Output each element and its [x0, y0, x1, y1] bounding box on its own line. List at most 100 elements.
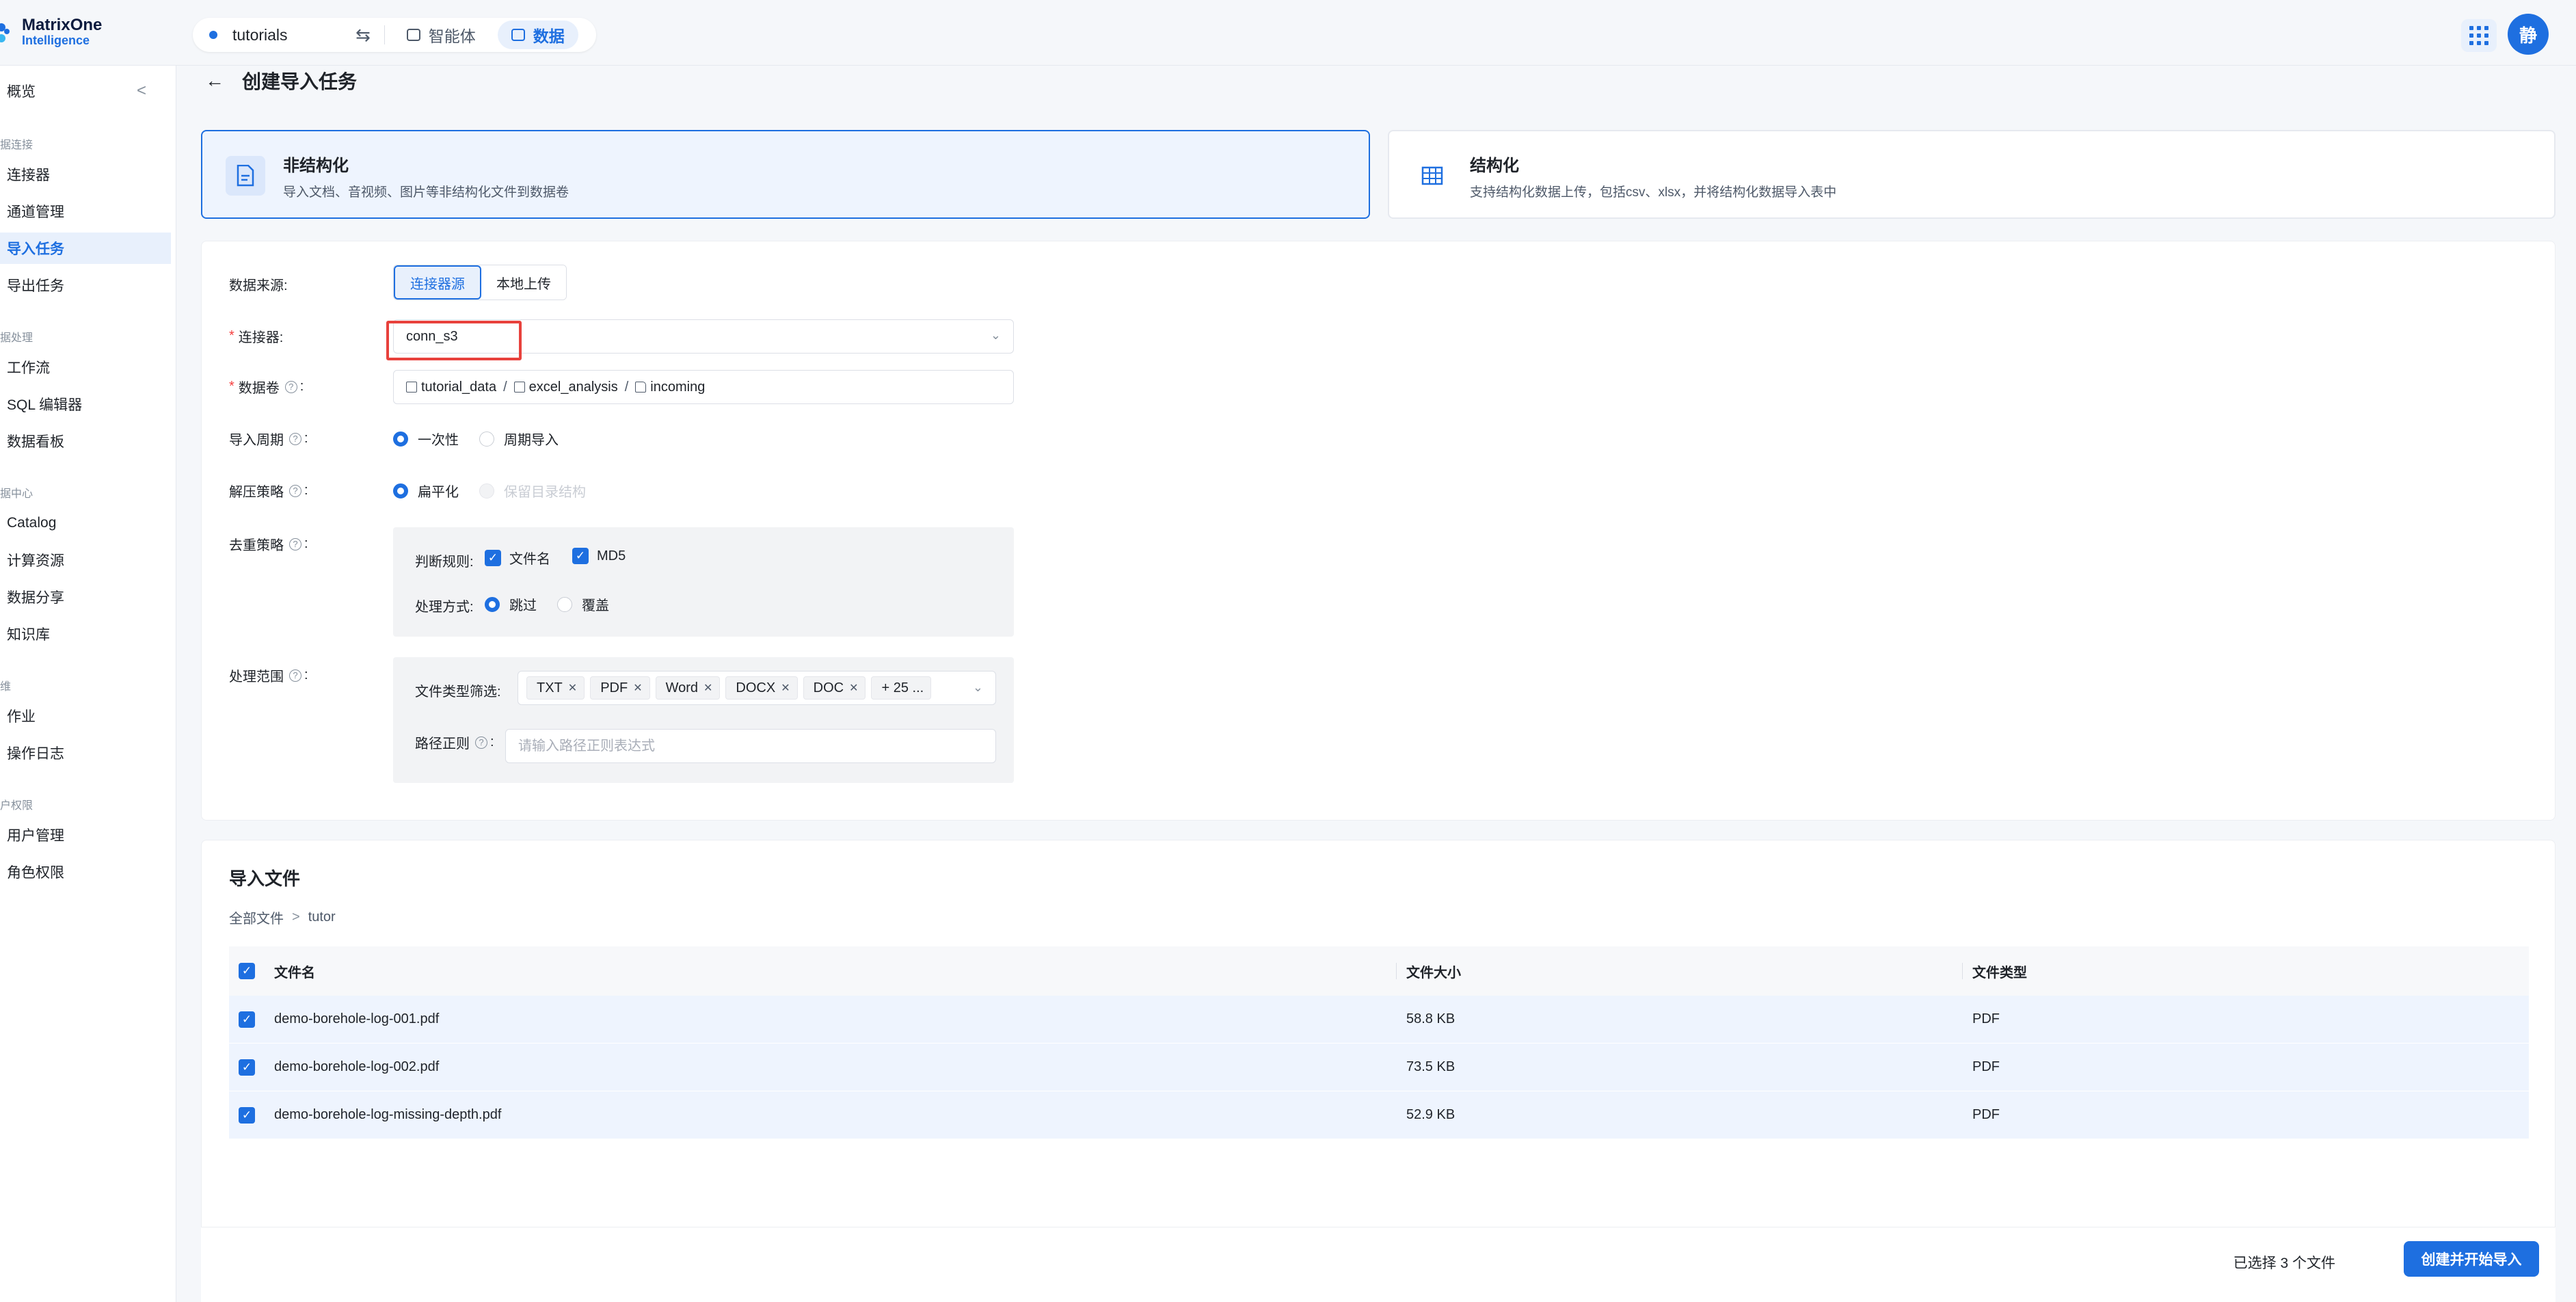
filetype-select[interactable]: TXT ✕ PDF ✕ Word ✕ DOCX ✕ DOC ✕ + 25 ... ⌄	[518, 671, 996, 705]
scope-label: 处理范围?:	[229, 665, 308, 685]
tag-label: Word	[665, 680, 699, 695]
radio-overwrite[interactable]	[557, 596, 572, 612]
breadcrumb-current[interactable]: tutor	[308, 909, 336, 925]
logo[interactable]: MatrixOne Intelligence	[0, 16, 103, 48]
source-segmented-control: 连接器源 本地上传	[393, 265, 567, 300]
row-checkbox[interactable]: ✓	[239, 1059, 255, 1076]
filetype-tag: Word ✕	[655, 676, 721, 700]
sidebar-group-title: 据中心	[0, 488, 33, 500]
sidebar-item-catalog[interactable]: Catalog	[0, 507, 171, 539]
table-row[interactable]: ✓ demo-borehole-log-001.pdf 58.8 KB PDF	[229, 996, 2529, 1044]
create-and-import-button[interactable]: 创建并开始导入	[2404, 1241, 2539, 1277]
sidebar-item-workflow[interactable]: 工作流	[0, 351, 171, 383]
tag-label: TXT	[537, 680, 563, 695]
collapse-sidebar-icon[interactable]: <	[137, 81, 146, 101]
switch-workspace-icon[interactable]: ⇆	[355, 25, 371, 46]
dedup-rule-filename[interactable]: ✓ 文件名	[485, 548, 550, 568]
sidebar-item-channels[interactable]: 通道管理	[0, 196, 171, 227]
close-icon[interactable]: ✕	[849, 681, 858, 695]
catalog-icon	[406, 382, 417, 393]
select-all-checkbox[interactable]: ✓	[239, 963, 255, 979]
sidebar-item-knowledge-base[interactable]: 知识库	[0, 618, 171, 650]
volume-picker[interactable]: tutorial_data / excel_analysis / incomin…	[393, 370, 1014, 404]
unzip-radio-group: 扁平化 保留目录结构	[393, 481, 606, 501]
sidebar-group-title: 据处理	[0, 332, 33, 344]
sidebar-item-roles[interactable]: 角色权限	[0, 856, 171, 888]
avatar[interactable]: 静	[2508, 14, 2549, 55]
sidebar-item-label: 通道管理	[7, 204, 64, 220]
row-checkbox[interactable]: ✓	[239, 1106, 255, 1124]
connector-label: * 连接器:	[229, 326, 283, 346]
checkbox-checked-icon[interactable]: ✓	[572, 548, 589, 564]
table-row[interactable]: ✓ demo-borehole-log-missing-depth.pdf 52…	[229, 1091, 2529, 1139]
volume-path-database: excel_analysis	[528, 379, 618, 395]
sidebar-item-users[interactable]: 用户管理	[0, 819, 171, 851]
help-icon[interactable]: ?	[289, 537, 301, 550]
help-icon[interactable]: ?	[289, 432, 301, 445]
type-card-title: 结构化	[1470, 157, 1519, 175]
sidebar-item-import-tasks[interactable]: 导入任务	[0, 232, 171, 264]
sidebar-item-label: 连接器	[7, 168, 50, 183]
nav-tab-label: 数据	[533, 27, 565, 45]
close-icon[interactable]: ✕	[703, 681, 712, 695]
tag-label: PDF	[600, 680, 628, 695]
close-icon[interactable]: ✕	[781, 681, 790, 695]
radio-label: 保留目录结构	[504, 485, 586, 500]
table-row[interactable]: ✓ demo-borehole-log-002.pdf 73.5 KB PDF	[229, 1044, 2529, 1091]
close-icon[interactable]: ✕	[633, 681, 642, 695]
checkbox-checked-icon[interactable]: ✓	[485, 549, 501, 566]
sidebar: 概览 < 据连接 连接器 通道管理 导入任务 导出任务 据处理 工作流 SQL …	[0, 66, 176, 1302]
nav-tab-agents[interactable]: 智能体	[393, 21, 489, 49]
radio-flatten[interactable]	[393, 483, 408, 499]
type-card-structured[interactable]: 结构化 支持结构化数据上传，包括csv、xlsx，并将结构化数据导入表中	[1388, 130, 2555, 219]
column-divider	[1396, 963, 1397, 979]
apps-grid-icon[interactable]	[2461, 19, 2497, 52]
volume-path-folder: incoming	[650, 379, 706, 395]
sidebar-item-dashboards[interactable]: 数据看板	[0, 425, 171, 457]
row-checkbox[interactable]: ✓	[239, 1011, 255, 1028]
help-icon[interactable]: ?	[284, 380, 297, 393]
type-card-unstructured[interactable]: 非结构化 导入文档、音视频、图片等非结构化文件到数据卷	[201, 130, 1370, 219]
file-size: 52.9 KB	[1406, 1107, 1455, 1122]
sidebar-item-jobs[interactable]: 作业	[0, 700, 171, 732]
help-icon[interactable]: ?	[475, 736, 487, 749]
workspace-name[interactable]: tutorials	[232, 26, 355, 44]
sidebar-item-label: 操作日志	[7, 746, 64, 762]
sidebar-item-operation-logs[interactable]: 操作日志	[0, 737, 171, 769]
radio-skip[interactable]	[485, 596, 500, 612]
logo-line1: MatrixOne	[22, 16, 103, 34]
sidebar-item-compute[interactable]: 计算资源	[0, 544, 171, 576]
sidebar-item-export-tasks[interactable]: 导出任务	[0, 269, 171, 301]
radio-once[interactable]	[393, 431, 408, 447]
logo-line2: Intelligence	[22, 34, 90, 47]
breadcrumb: 全部文件 > tutor	[229, 907, 336, 927]
chevron-down-icon: ⌄	[990, 328, 1001, 342]
dedup-rule-md5[interactable]: ✓ MD5	[572, 548, 626, 564]
file-type: PDF	[1972, 1011, 2000, 1026]
sidebar-item-data-share[interactable]: 数据分享	[0, 581, 171, 613]
column-header-type: 文件类型	[1972, 965, 2027, 981]
period-radio-group: 一次性 周期导入	[393, 429, 579, 449]
dedup-rule-label: 判断规则:	[415, 555, 474, 570]
filetype-more-tag[interactable]: + 25 ...	[871, 676, 932, 700]
help-icon[interactable]: ?	[289, 669, 301, 682]
dedup-label: 去重策略?:	[229, 534, 308, 554]
source-option-local-upload[interactable]: 本地上传	[481, 265, 566, 300]
breadcrumb-root[interactable]: 全部文件	[229, 907, 284, 927]
sidebar-item-connectors[interactable]: 连接器	[0, 159, 171, 190]
sidebar-item-sql-editor[interactable]: SQL 编辑器	[0, 388, 171, 420]
nav-tab-data[interactable]: 数据	[497, 21, 578, 49]
path-regex-input[interactable]	[505, 729, 996, 763]
volume-label-text: 数据卷	[238, 381, 280, 396]
source-option-connector[interactable]: 连接器源	[394, 265, 481, 300]
help-icon[interactable]: ?	[289, 484, 301, 497]
back-arrow-icon[interactable]: ←	[205, 70, 224, 92]
sidebar-item-label: 作业	[7, 709, 36, 725]
footer-bar: 已选择 3 个文件 创建并开始导入	[201, 1227, 2555, 1302]
radio-periodic[interactable]	[479, 431, 494, 447]
sidebar-item-label: 用户管理	[7, 828, 64, 844]
column-header-size: 文件大小	[1406, 965, 1461, 981]
document-icon	[226, 156, 265, 196]
divider	[384, 25, 385, 44]
close-icon[interactable]: ✕	[568, 681, 577, 695]
